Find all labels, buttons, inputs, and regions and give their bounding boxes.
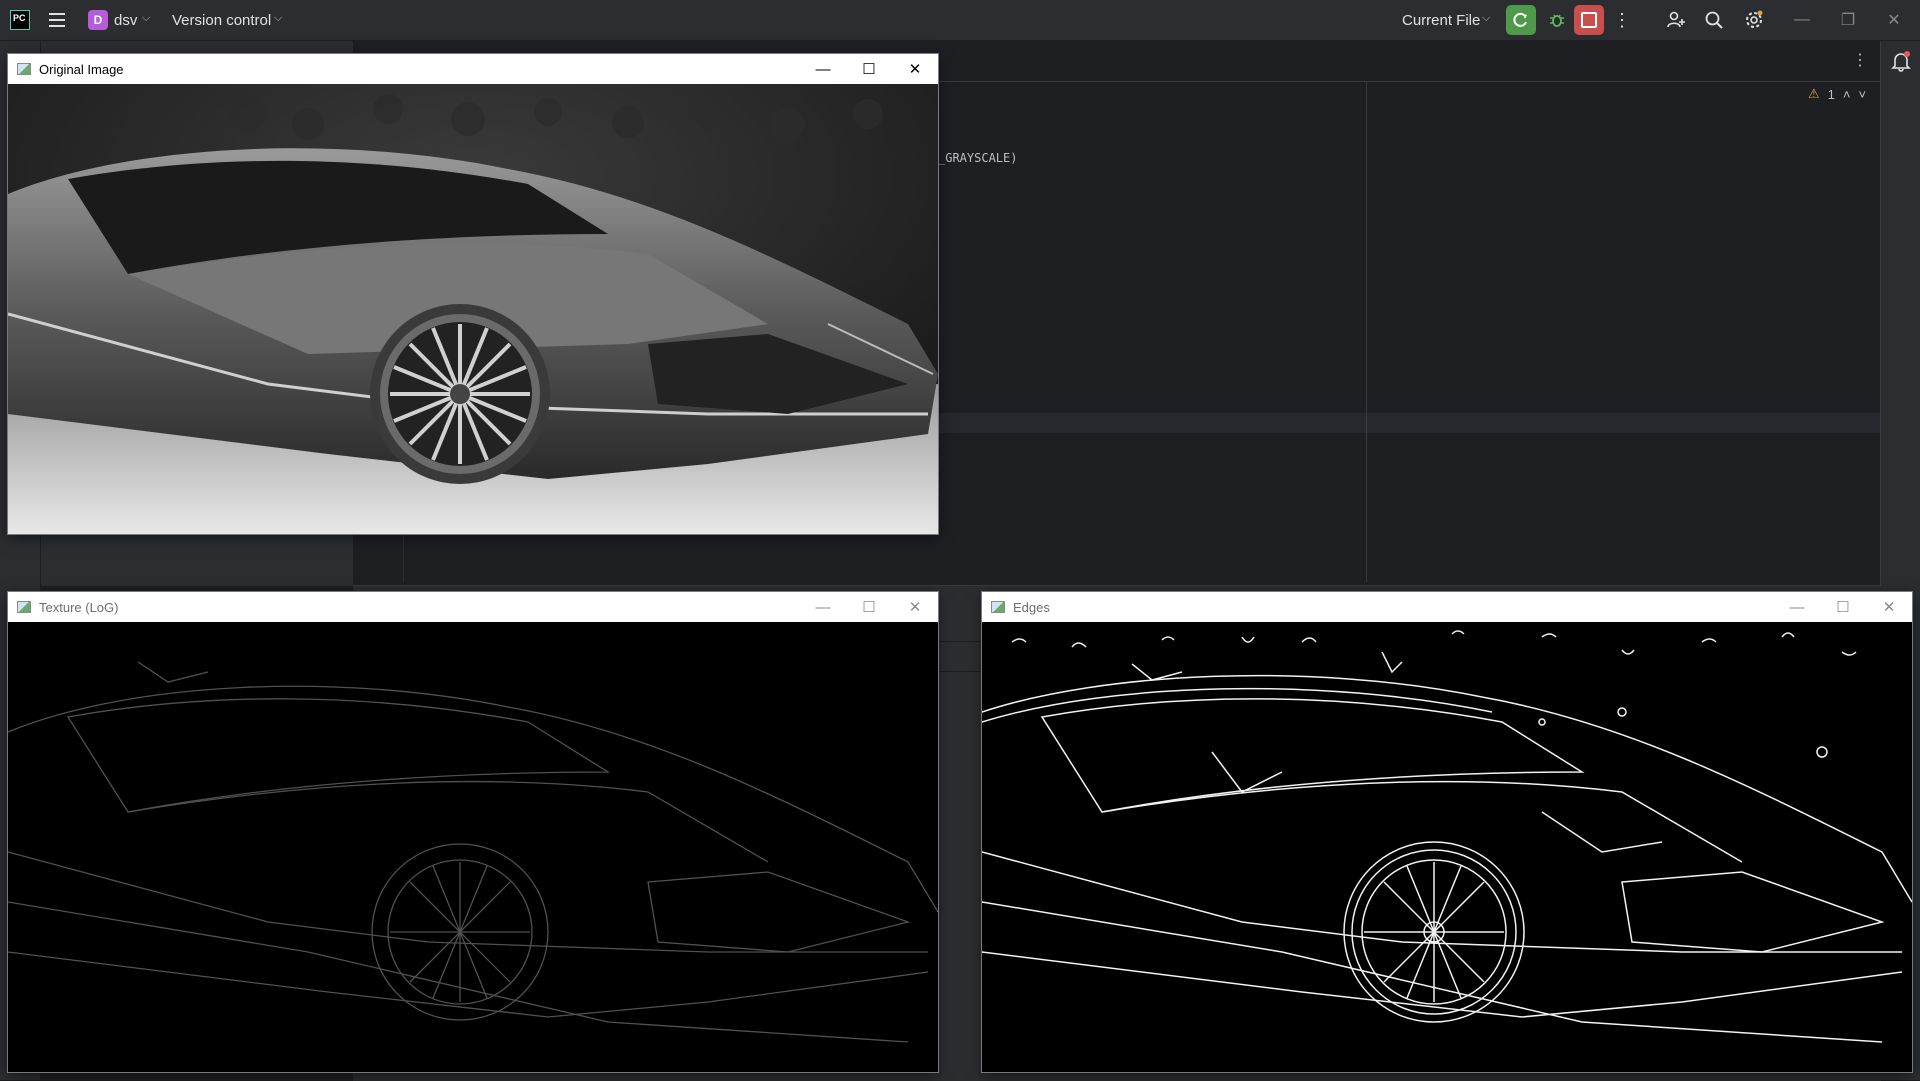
- editor-split-divider: [1366, 82, 1367, 582]
- chevron-down-icon[interactable]: ˅: [1858, 87, 1866, 102]
- texture-log-window[interactable]: Texture (LoG) — ☐ ✕: [8, 592, 938, 1072]
- canny-edges-image: [982, 622, 1912, 1072]
- window-title-bar[interactable]: Edges — ☐ ✕: [982, 592, 1912, 622]
- window-title-bar[interactable]: Texture (LoG) — ☐ ✕: [8, 592, 938, 622]
- stop-button[interactable]: [1574, 5, 1604, 35]
- minimize-icon[interactable]: —: [1774, 592, 1820, 622]
- window-title-bar[interactable]: Original Image — ☐ ✕: [8, 54, 938, 84]
- rerun-button[interactable]: [1506, 5, 1536, 35]
- warning-icon: ⚠: [1808, 86, 1820, 101]
- more-vertical-icon[interactable]: ⋮: [1852, 50, 1868, 70]
- run-icon: [1513, 12, 1527, 27]
- window-app-icon: [17, 601, 31, 613]
- window-title: Texture (LoG): [39, 599, 119, 615]
- close-icon[interactable]: ✕: [892, 592, 938, 622]
- original-image-window[interactable]: Original Image — ☐ ✕: [8, 54, 938, 534]
- maximize-icon[interactable]: ☐: [1820, 592, 1866, 622]
- maximize-icon[interactable]: ☐: [846, 54, 892, 84]
- more-vertical-icon[interactable]: ⋮: [1612, 8, 1632, 32]
- version-control-menu[interactable]: Version control: [172, 11, 271, 29]
- code-line[interactable]: _GRAYSCALE): [938, 151, 1017, 165]
- chevron-down-icon[interactable]: ⌵: [274, 12, 282, 25]
- logo-text: PC: [13, 13, 26, 23]
- close-icon[interactable]: ✕: [1866, 592, 1912, 622]
- log-texture-image: [8, 622, 938, 1072]
- window-app-icon: [991, 601, 1005, 613]
- chevron-down-icon[interactable]: ⌵: [1482, 12, 1490, 25]
- project-badge[interactable]: D: [88, 10, 108, 30]
- close-icon[interactable]: ✕: [892, 54, 938, 84]
- menu-icon[interactable]: [48, 11, 66, 29]
- close-icon[interactable]: ✕: [1882, 8, 1906, 32]
- bell-icon[interactable]: [1890, 50, 1912, 72]
- minimize-icon[interactable]: —: [800, 592, 846, 622]
- pycharm-logo[interactable]: PC: [10, 10, 30, 30]
- search-icon[interactable]: [1702, 8, 1726, 32]
- debug-icon: [1550, 14, 1564, 27]
- run-configuration-selector[interactable]: Current File: [1402, 11, 1480, 29]
- minimize-icon[interactable]: —: [1790, 8, 1814, 32]
- window-app-icon: [17, 63, 31, 75]
- window-title: Original Image: [39, 61, 124, 77]
- stop-icon: [1581, 12, 1597, 28]
- warning-count: 1: [1827, 86, 1835, 102]
- restore-icon[interactable]: ❐: [1836, 8, 1860, 32]
- debug-button[interactable]: [1542, 5, 1572, 35]
- minimize-icon[interactable]: —: [800, 54, 846, 84]
- chevron-up-icon[interactable]: ˄: [1843, 87, 1851, 102]
- project-name[interactable]: dsv: [114, 11, 137, 29]
- chevron-down-icon[interactable]: ⌵: [142, 12, 150, 25]
- inspection-widget[interactable]: ⚠ 1 ˄ ˅: [1808, 86, 1866, 102]
- grayscale-car-image: [8, 84, 938, 534]
- window-title: Edges: [1013, 599, 1050, 615]
- maximize-icon[interactable]: ☐: [846, 592, 892, 622]
- ide-title-bar: PC D dsv ⌵ Version control ⌵ Current Fil…: [0, 0, 1920, 41]
- gear-icon[interactable]: [1742, 8, 1766, 32]
- edges-window[interactable]: Edges — ☐ ✕: [982, 592, 1912, 1072]
- add-user-icon[interactable]: [1664, 8, 1688, 32]
